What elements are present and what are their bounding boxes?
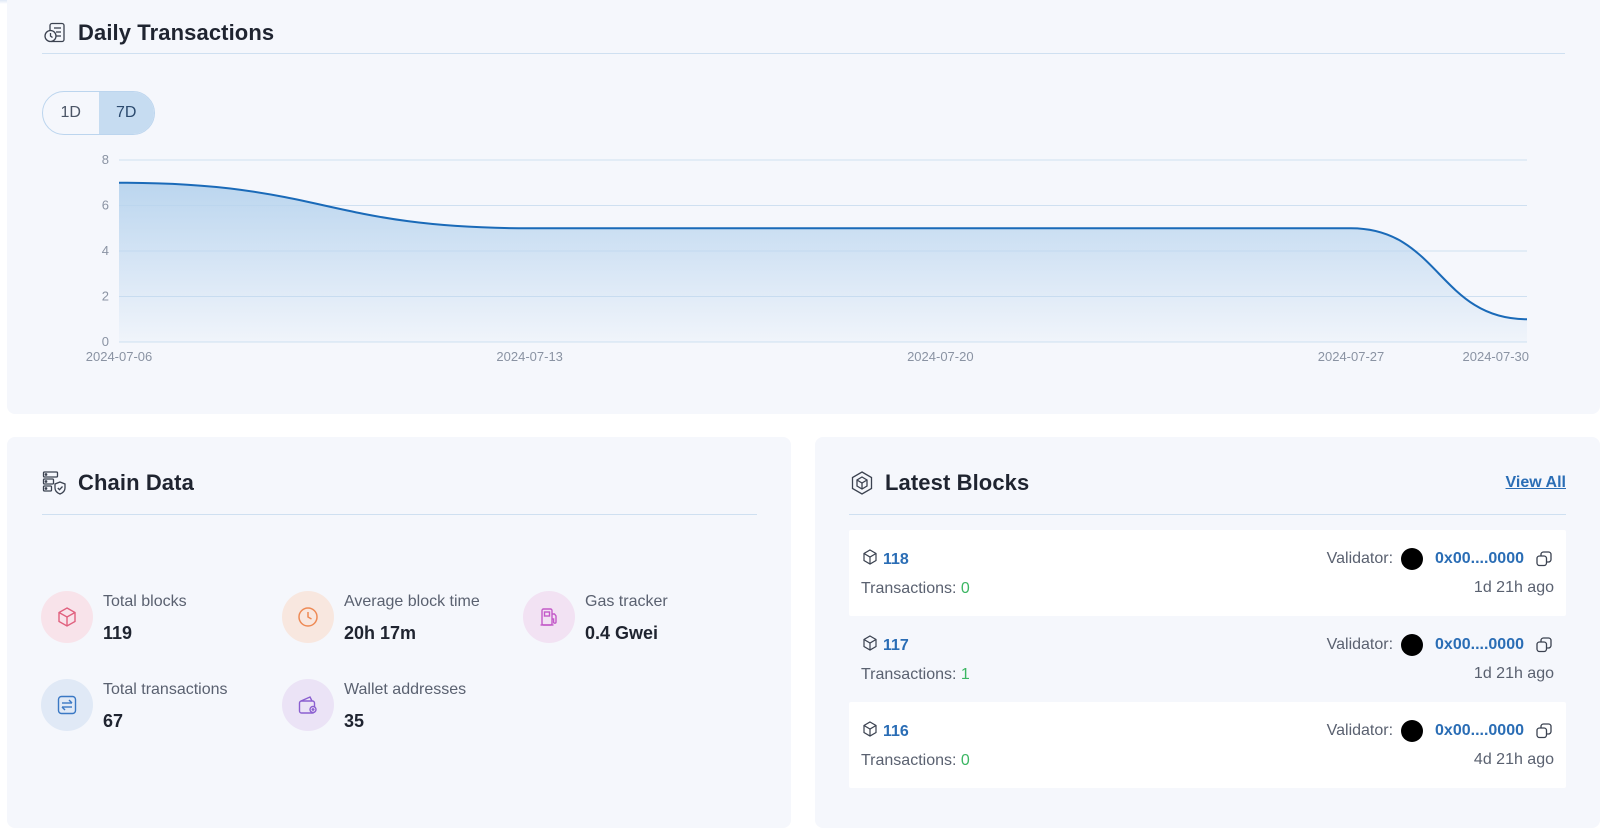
blocks-icon: [849, 470, 875, 496]
chain-data-title: Chain Data: [78, 469, 194, 495]
area-chart-svg: 0 2 4 6 8 2024-07-06 2024-07-13 2024-07-20 2024-…: [86, 152, 1530, 364]
chain-data-icon: [42, 470, 68, 496]
block-number-link[interactable]: 118: [883, 551, 909, 569]
stat-gas-tracker: Gas tracker 0.4 Gwei: [523, 589, 668, 644]
stat-label: Gas tracker: [585, 593, 668, 610]
chain-data-header: Chain Data: [42, 451, 757, 515]
transfer-icon: [41, 679, 93, 731]
validator-address-link[interactable]: 0x00....0000: [1435, 550, 1524, 568]
stat-label: Wallet addresses: [344, 681, 467, 698]
validator-label: Validator:: [1326, 722, 1394, 739]
gas-pump-icon: [523, 591, 575, 643]
view-all-link[interactable]: View All: [1506, 474, 1566, 492]
transactions-count: 0: [960, 752, 970, 769]
y-tick-label: 0: [102, 334, 109, 349]
block-cube-icon: [861, 720, 879, 743]
stat-total-transactions: Total transactions 67: [41, 677, 228, 732]
stat-label: Total blocks: [103, 593, 187, 610]
block-age: 1d 21h ago: [1473, 579, 1554, 596]
latest-blocks-header: Latest Blocks View All: [849, 451, 1566, 515]
validator-avatar: [1401, 634, 1424, 656]
block-row: 118 Transactions: 0 Validator: 0x00....0…: [849, 530, 1566, 616]
block-transactions: Transactions: 1: [861, 666, 970, 684]
validator-address-link[interactable]: 0x00....0000: [1435, 722, 1524, 740]
stat-value: 0.4 Gwei: [585, 623, 659, 643]
y-tick-label: 2: [102, 289, 109, 304]
block-number-link[interactable]: 117: [883, 637, 909, 655]
latest-blocks-title: Latest Blocks: [885, 469, 1030, 495]
stat-value: 35: [344, 711, 365, 731]
validator-label: Validator:: [1326, 550, 1394, 567]
block-age: 4d 21h ago: [1473, 751, 1554, 768]
copy-icon[interactable]: [1534, 549, 1554, 569]
block-row: 116 Transactions: 0 Validator: 0x00....0…: [849, 702, 1566, 788]
transactions-label: Transactions:: [861, 752, 957, 769]
x-tick-label: 2024-07-20: [907, 349, 974, 364]
stat-total-blocks: Total blocks 119: [41, 589, 187, 644]
daily-transactions-card: Daily Transactions 0 2 4 6 8 2024-07-06 2024-0…: [7, 0, 1600, 414]
x-tick-label: 2024-07-30: [1463, 349, 1530, 364]
stat-value: 20h 17m: [344, 623, 417, 643]
block-cube-icon: [861, 548, 879, 571]
block-transactions: Transactions: 0: [861, 580, 970, 598]
stat-label: Total transactions: [103, 681, 228, 698]
validator-avatar: [1401, 720, 1424, 742]
transactions-count: 0: [960, 580, 970, 597]
cube-icon: [41, 591, 93, 643]
block-number-link[interactable]: 116: [883, 723, 909, 741]
y-tick-label: 6: [102, 198, 109, 213]
clock-icon: [282, 591, 334, 643]
range-1d-button[interactable]: 1D: [43, 92, 99, 134]
transactions-count: 1: [960, 666, 970, 683]
latest-blocks-card: Latest Blocks View All 118 Transactions:…: [815, 437, 1600, 828]
block-transactions: Transactions: 0: [861, 752, 970, 770]
stat-value: 67: [103, 711, 124, 731]
x-tick-label: 2024-07-27: [1318, 349, 1385, 364]
copy-icon[interactable]: [1534, 635, 1554, 655]
range-7d-button[interactable]: 7D: [98, 92, 154, 134]
y-tick-label: 4: [102, 243, 109, 258]
block-age: 1d 21h ago: [1473, 665, 1554, 682]
validator-avatar: [1401, 548, 1424, 570]
block-cube-icon: [861, 634, 879, 657]
stat-average-block-time: Average block time 20h 17m: [282, 589, 480, 644]
transactions-label: Transactions:: [861, 666, 957, 683]
stat-label: Average block time: [344, 593, 480, 610]
transactions-label: Transactions:: [861, 580, 957, 597]
daily-transactions-chart: 0 2 4 6 8 2024-07-06 2024-07-13 2024-07-20 2024-…: [7, 0, 1600, 414]
validator-address-link[interactable]: 0x00....0000: [1435, 636, 1524, 654]
block-row: 117 Transactions: 1 Validator: 0x00....0…: [849, 616, 1566, 702]
range-toggle: 1D 7D: [42, 91, 155, 135]
x-tick-label: 2024-07-06: [86, 349, 153, 364]
stat-wallet-addresses: Wallet addresses 35: [282, 677, 466, 732]
x-tick-label: 2024-07-13: [496, 349, 563, 364]
stat-value: 119: [103, 623, 133, 643]
validator-label: Validator:: [1326, 636, 1394, 653]
chain-data-card: Chain Data Total blocks 119 Average bloc…: [7, 437, 791, 828]
wallet-icon: [282, 679, 334, 731]
copy-icon[interactable]: [1534, 721, 1554, 741]
y-tick-label: 8: [102, 152, 109, 167]
